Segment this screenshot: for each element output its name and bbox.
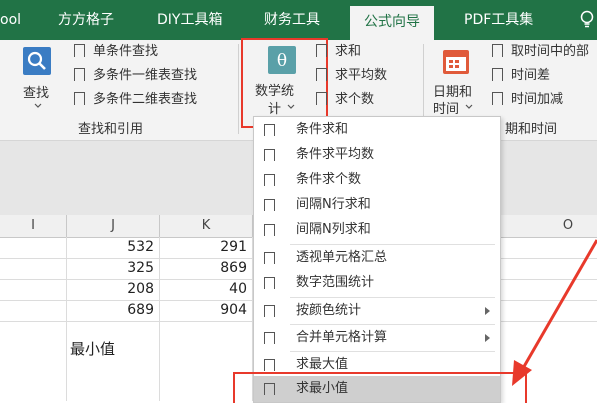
red-arrow-annotation xyxy=(512,239,597,386)
